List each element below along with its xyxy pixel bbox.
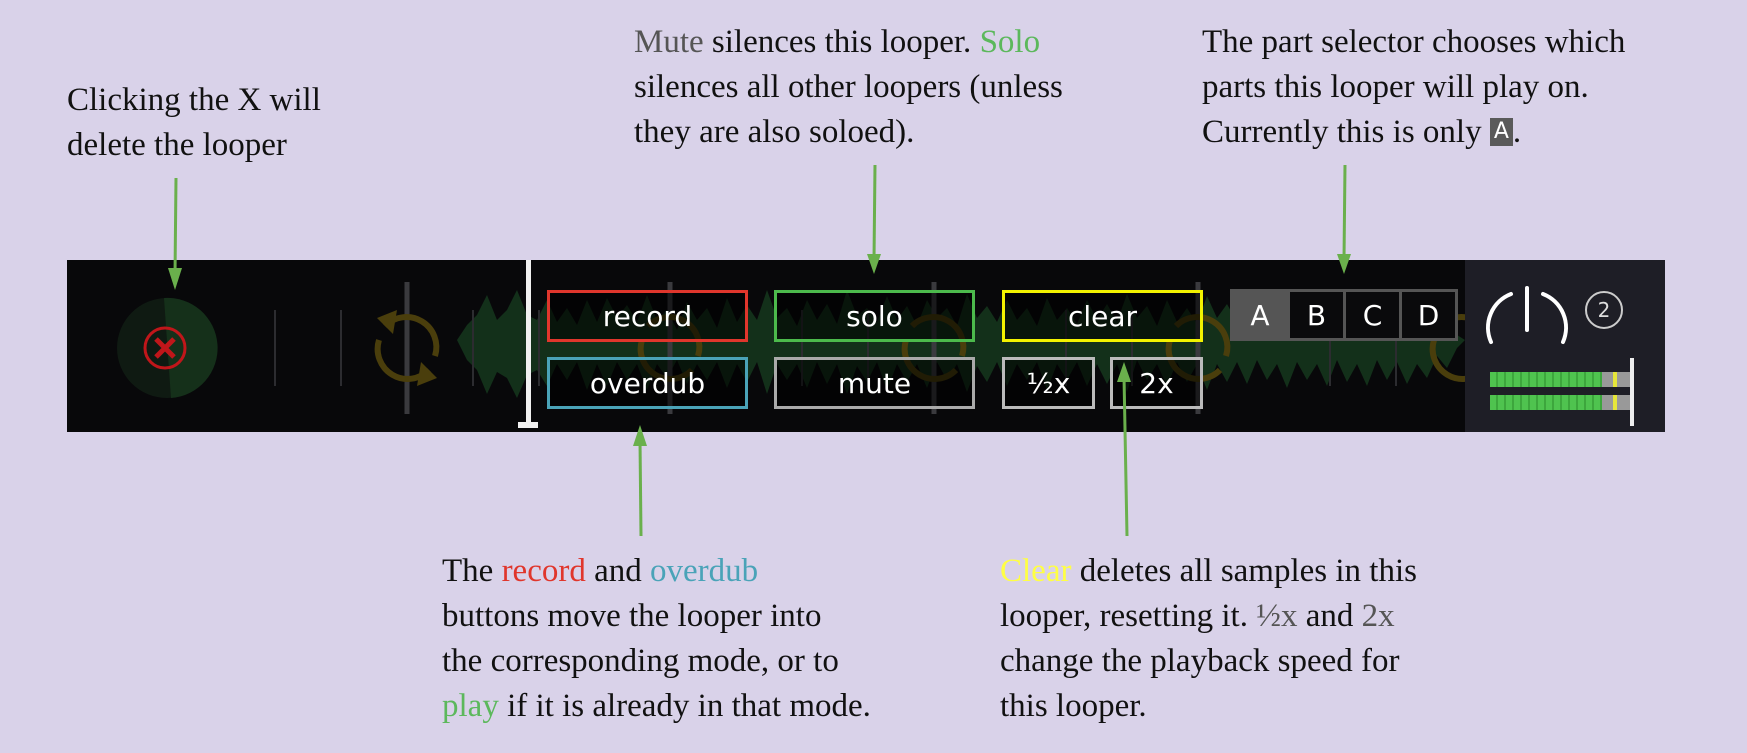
annotation-arrows bbox=[168, 164, 1351, 537]
arrow-to-solo bbox=[867, 164, 881, 274]
arrow-to-delete bbox=[168, 177, 182, 290]
arrow-to-overdub bbox=[633, 425, 647, 537]
arrow-to-parts bbox=[1337, 164, 1351, 274]
arrow-to-speed bbox=[1117, 362, 1131, 537]
